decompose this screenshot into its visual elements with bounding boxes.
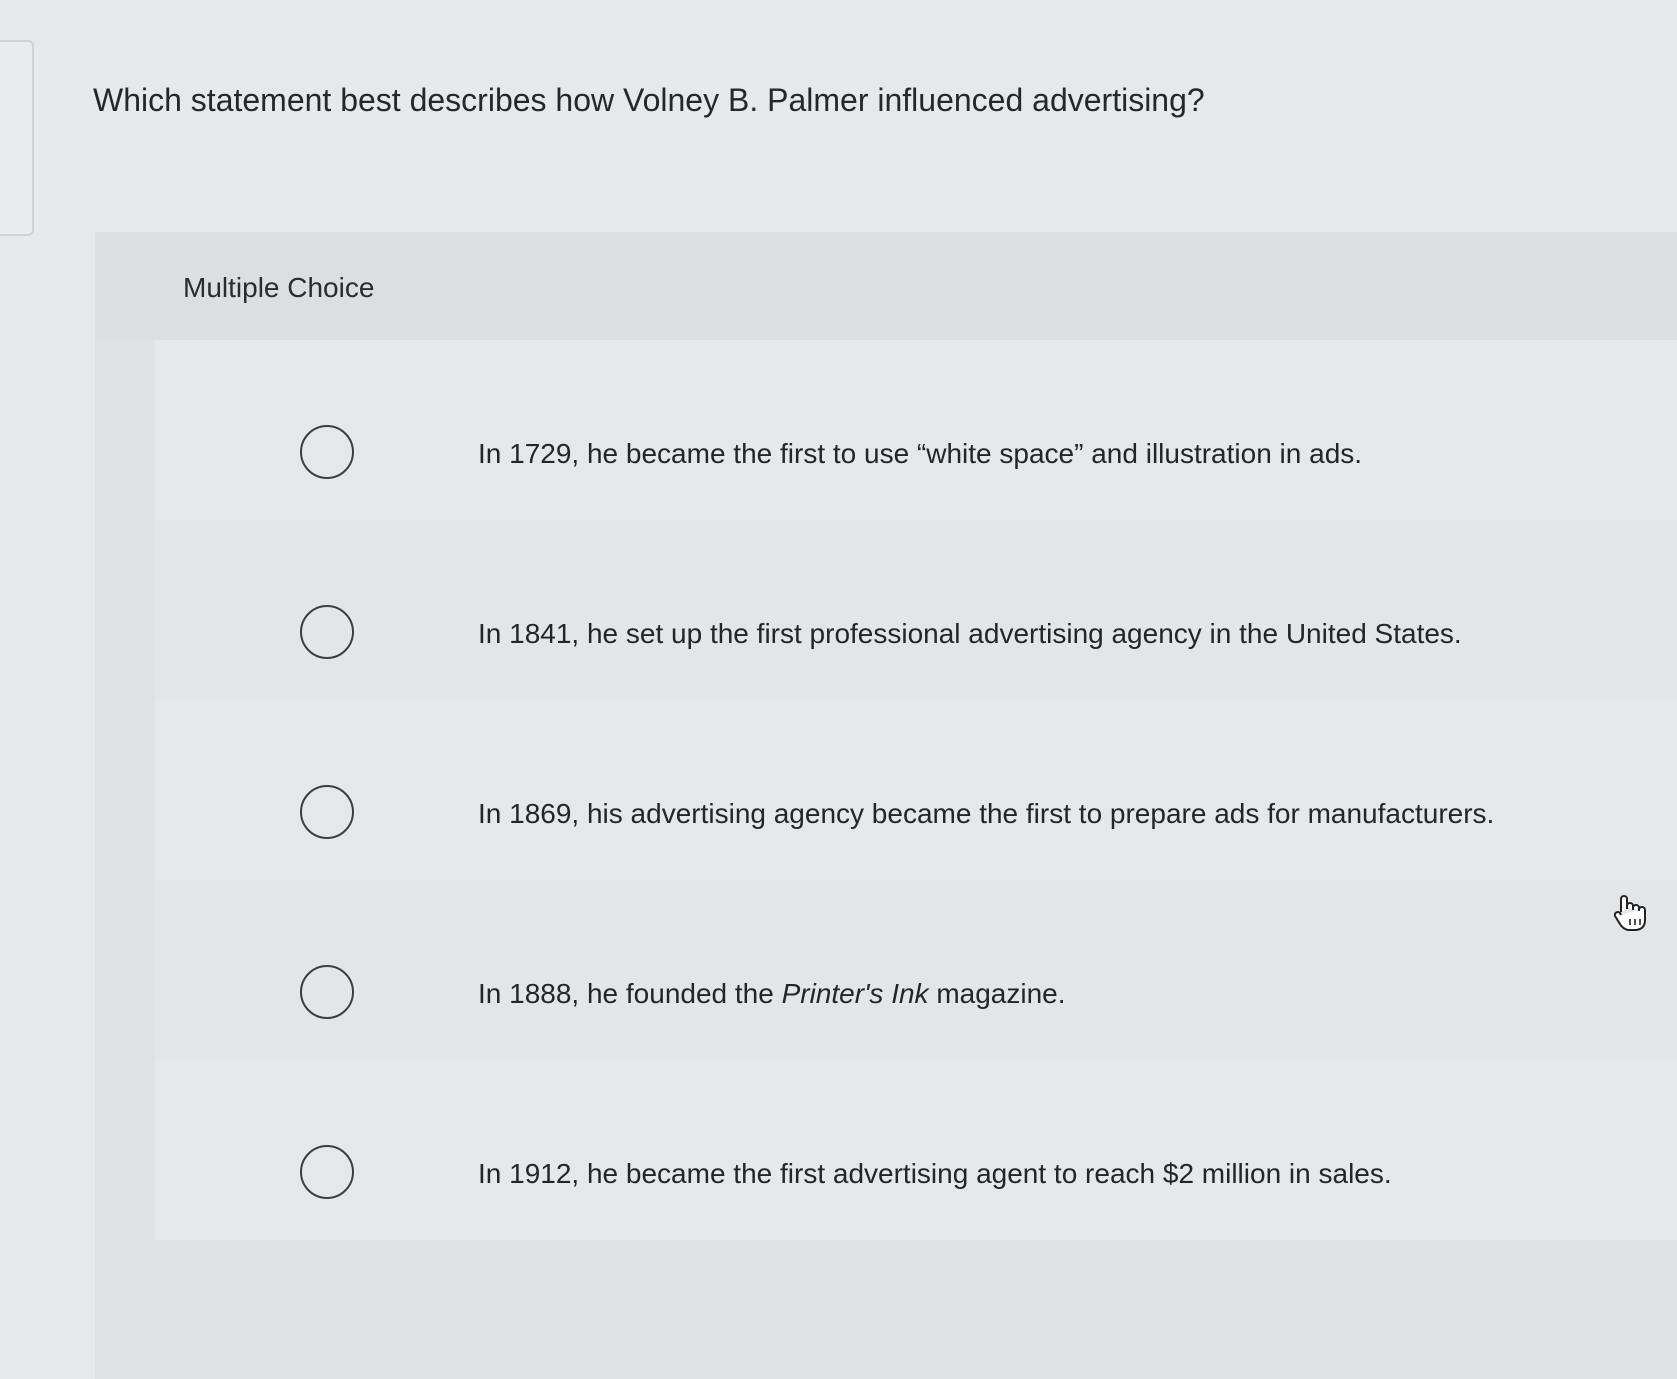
radio-unchecked-icon[interactable]	[300, 1145, 354, 1199]
radio-unchecked-icon[interactable]	[300, 965, 354, 1019]
option-text-4[interactable]: In 1888, he founded the Printer's Ink ma…	[478, 975, 1066, 1013]
option-text-3[interactable]: In 1869, his advertising agency became t…	[478, 795, 1494, 833]
radio-unchecked-icon[interactable]	[300, 605, 354, 659]
option-text-4-prefix: In 1888, he founded the	[478, 978, 782, 1009]
radio-unchecked-icon[interactable]	[300, 785, 354, 839]
choice-header: Multiple Choice	[95, 232, 1677, 340]
radio-unchecked-icon[interactable]	[300, 425, 354, 479]
answer-option-4[interactable]: In 1888, he founded the Printer's Ink ma…	[155, 880, 1677, 1060]
question-text: Which statement best describes how Volne…	[93, 82, 1205, 118]
option-text-2[interactable]: In 1841, he set up the first professiona…	[478, 615, 1462, 653]
option-text-5-main: In 1912, he became the first advertising…	[478, 1158, 1392, 1189]
option-text-1[interactable]: In 1729, he became the first to use “whi…	[478, 435, 1362, 473]
answer-option-3[interactable]: In 1869, his advertising agency became t…	[155, 700, 1677, 880]
option-text-4-suffix: magazine.	[928, 978, 1066, 1009]
multiple-choice-panel: Multiple Choice In 1729, he became the f…	[95, 232, 1677, 1379]
left-side-tab	[0, 40, 34, 236]
answer-option-1[interactable]: In 1729, he became the first to use “whi…	[155, 340, 1677, 520]
option-text-5[interactable]: In 1912, he became the first advertising…	[478, 1155, 1392, 1193]
hand-pointer-icon	[1613, 895, 1646, 931]
option-text-2-main: In 1841, he set up the first professiona…	[478, 618, 1462, 649]
option-text-1-main: In 1729, he became the first to use “whi…	[478, 438, 1363, 469]
option-text-3-main: In 1869, his advertising agency became t…	[478, 798, 1495, 829]
option-text-4-italic: Printer's Ink	[781, 978, 929, 1009]
multiple-choice-label: Multiple Choice	[183, 272, 375, 303]
answer-option-5[interactable]: In 1912, he became the first advertising…	[155, 1060, 1677, 1240]
answer-option-2[interactable]: In 1841, he set up the first professiona…	[155, 520, 1677, 700]
